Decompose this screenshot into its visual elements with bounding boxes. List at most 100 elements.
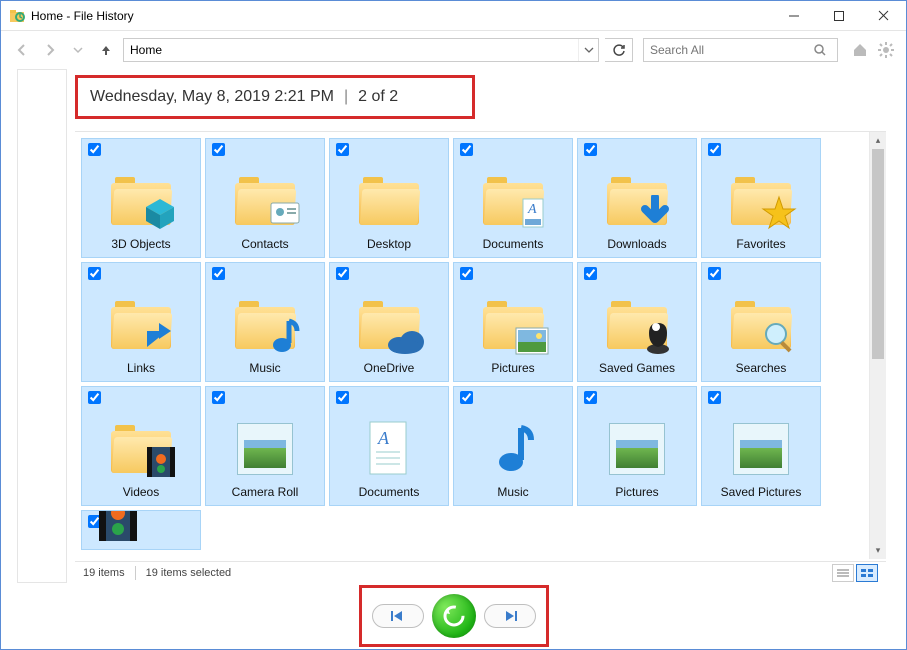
refresh-button[interactable] (605, 38, 633, 62)
item-checkbox[interactable] (708, 391, 721, 404)
item-label: Music (497, 485, 528, 499)
item-icon (601, 165, 673, 237)
previous-version-button[interactable] (372, 604, 424, 628)
grid-item[interactable]: Contacts (205, 138, 325, 258)
grid-item[interactable]: Links (81, 262, 201, 382)
grid-item[interactable]: A Documents (453, 138, 573, 258)
item-checkbox[interactable] (336, 267, 349, 280)
scroll-up[interactable]: ▴ (870, 132, 886, 149)
separator: | (344, 88, 348, 106)
close-button[interactable] (861, 1, 906, 30)
item-label: 3D Objects (111, 237, 170, 251)
item-icon: A (353, 413, 425, 485)
up-button[interactable] (95, 39, 117, 61)
grid-item[interactable]: Camera Roll (205, 386, 325, 506)
item-checkbox[interactable] (336, 391, 349, 404)
item-checkbox[interactable] (212, 391, 225, 404)
status-count: 19 items (83, 567, 125, 579)
item-label: Videos (123, 485, 159, 499)
item-icon (82, 510, 154, 543)
item-checkbox[interactable] (708, 143, 721, 156)
minimize-button[interactable] (771, 1, 816, 30)
item-label: Pictures (491, 361, 534, 375)
item-checkbox[interactable] (460, 267, 473, 280)
grid-item[interactable]: Searches (701, 262, 821, 382)
grid-item[interactable]: Pictures (453, 262, 573, 382)
grid-item[interactable]: A Documents (329, 386, 449, 506)
item-label: Music (249, 361, 280, 375)
grid-item[interactable] (81, 510, 201, 550)
item-label: Saved Games (599, 361, 675, 375)
window-controls (771, 1, 906, 30)
svg-text:A: A (377, 428, 390, 448)
item-label: Favorites (736, 237, 785, 251)
item-checkbox[interactable] (460, 143, 473, 156)
item-checkbox[interactable] (584, 267, 597, 280)
item-icon (229, 413, 301, 485)
grid-item[interactable]: Music (205, 262, 325, 382)
svg-text:A: A (527, 202, 537, 217)
scrollbar[interactable]: ▴ ▾ (869, 132, 886, 559)
address-dropdown[interactable] (578, 39, 598, 61)
search-input[interactable] (644, 43, 813, 57)
grid-item[interactable]: OneDrive (329, 262, 449, 382)
item-checkbox[interactable] (584, 391, 597, 404)
item-label: Documents (483, 237, 544, 251)
window-title: Home - File History (31, 9, 134, 23)
search-box[interactable] (643, 38, 838, 62)
history-dropdown[interactable] (67, 39, 89, 61)
item-checkbox[interactable] (88, 267, 101, 280)
item-icon (105, 413, 177, 485)
settings-icon[interactable] (876, 40, 896, 60)
view-details-button[interactable] (832, 564, 854, 582)
item-checkbox[interactable] (708, 267, 721, 280)
item-icon (477, 413, 549, 485)
forward-button[interactable] (39, 39, 61, 61)
item-checkbox[interactable] (212, 267, 225, 280)
item-icon (353, 165, 425, 237)
item-icon (725, 413, 797, 485)
version-count: 2 of 2 (358, 88, 398, 106)
item-label: Saved Pictures (721, 485, 802, 499)
home-icon[interactable] (850, 40, 870, 60)
item-icon (229, 165, 301, 237)
grid-item[interactable]: 3D Objects (81, 138, 201, 258)
item-label: Links (127, 361, 155, 375)
item-label: Documents (359, 485, 420, 499)
restore-button[interactable] (432, 594, 476, 638)
scroll-down[interactable]: ▾ (870, 542, 886, 559)
item-checkbox[interactable] (336, 143, 349, 156)
search-icon[interactable] (813, 43, 837, 57)
item-icon (105, 289, 177, 361)
grid-item[interactable]: Desktop (329, 138, 449, 258)
grid-item[interactable]: Saved Pictures (701, 386, 821, 506)
file-grid[interactable]: 3D Objects Contacts Desktop A Documents … (75, 132, 869, 559)
item-checkbox[interactable] (88, 391, 101, 404)
item-checkbox[interactable] (88, 143, 101, 156)
item-checkbox[interactable] (460, 391, 473, 404)
grid-item[interactable]: Saved Games (577, 262, 697, 382)
footer (1, 583, 906, 649)
item-checkbox[interactable] (584, 143, 597, 156)
item-label: OneDrive (364, 361, 415, 375)
restore-controls (359, 585, 549, 647)
view-icons-button[interactable] (856, 564, 878, 582)
nav-bar (1, 31, 906, 69)
item-label: Pictures (615, 485, 658, 499)
status-selected: 19 items selected (146, 567, 232, 579)
scroll-thumb[interactable] (872, 149, 884, 359)
item-icon (353, 289, 425, 361)
item-icon (105, 165, 177, 237)
version-header: Wednesday, May 8, 2019 2:21 PM | 2 of 2 (75, 75, 475, 119)
grid-item[interactable]: Downloads (577, 138, 697, 258)
grid-item[interactable]: Music (453, 386, 573, 506)
address-input[interactable] (124, 39, 578, 61)
maximize-button[interactable] (816, 1, 861, 30)
back-button[interactable] (11, 39, 33, 61)
grid-item[interactable]: Pictures (577, 386, 697, 506)
grid-item[interactable]: Favorites (701, 138, 821, 258)
item-checkbox[interactable] (212, 143, 225, 156)
next-version-button[interactable] (484, 604, 536, 628)
grid-item[interactable]: Videos (81, 386, 201, 506)
address-bar[interactable] (123, 38, 599, 62)
